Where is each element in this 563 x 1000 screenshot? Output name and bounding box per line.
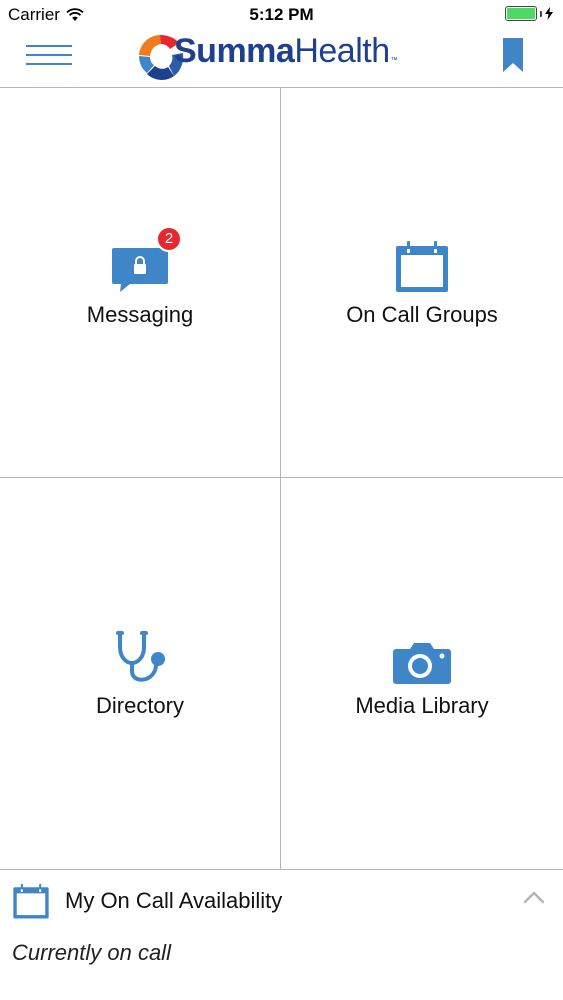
battery-tip [540, 10, 542, 17]
menu-line [26, 54, 72, 56]
availability-header[interactable]: My On Call Availability [12, 882, 551, 920]
unread-badge: 2 [156, 225, 182, 252]
secure-message-icon [112, 247, 168, 292]
camera-icon [393, 642, 451, 684]
menu-line [26, 45, 72, 47]
logo-text: SummaHealth [174, 34, 390, 68]
battery-fill [507, 8, 535, 19]
logo-text-bold: Summa [174, 32, 295, 70]
status-time: 5:12 PM [249, 5, 314, 24]
summa-health-logo: SummaHealth ™ [136, 28, 398, 88]
availability-title: My On Call Availability [65, 888, 283, 913]
tile-label: On Call Groups [346, 301, 498, 327]
chevron-up-icon[interactable] [523, 890, 545, 904]
nav-bar: SummaHealth ™ [0, 28, 563, 88]
tile-icon-wrapper [392, 629, 452, 685]
tile-on-call-groups[interactable]: On Call Groups [281, 88, 563, 478]
calendar-icon [13, 883, 49, 918]
tile-messaging[interactable]: 2 Messaging [0, 88, 281, 478]
availability-status: Currently on call [12, 940, 171, 965]
battery-indicator [505, 6, 553, 21]
status-bar: Carrier 5:12 PM [0, 0, 563, 28]
logo-trademark: ™ [390, 57, 398, 64]
tile-directory[interactable]: Directory [0, 478, 281, 869]
menu-line [26, 63, 72, 65]
tile-label: Messaging [86, 301, 194, 327]
dashboard-grid: 2 Messaging On Call Groups Directory Med… [0, 88, 563, 869]
tile-label: Media Library [355, 692, 489, 718]
tile-icon-wrapper [394, 238, 450, 294]
calendar-icon [396, 240, 448, 292]
charging-bolt-icon [545, 7, 553, 20]
tile-icon-wrapper: 2 [110, 225, 182, 294]
on-call-availability-panel: My On Call Availability Currently on cal… [0, 869, 563, 1000]
logo-text-light: Health [294, 32, 390, 70]
tile-label: Directory [95, 692, 184, 718]
hamburger-menu-icon[interactable] [26, 42, 72, 68]
bookmark-icon[interactable] [503, 38, 523, 72]
tile-media-library[interactable]: Media Library [281, 478, 563, 869]
stethoscope-icon [116, 630, 165, 682]
battery-icon [505, 6, 537, 21]
tile-icon-wrapper [112, 629, 168, 685]
